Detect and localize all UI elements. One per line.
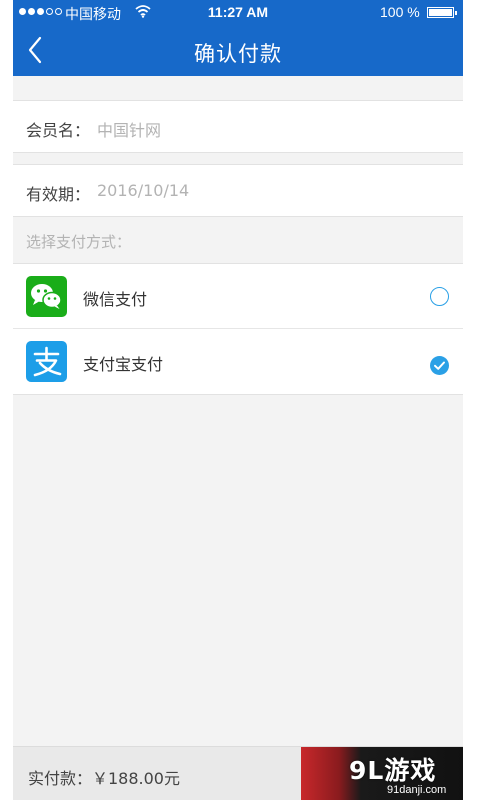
wechat-radio-button[interactable] <box>430 287 449 306</box>
member-name-value: 中国针网 <box>97 121 162 140</box>
payment-methods-list: 微信支付 支付宝支付 <box>13 263 463 395</box>
watermark-url: 91danji.com <box>387 784 447 796</box>
amount-paid: 实付款：￥188.00元 <box>28 769 180 788</box>
screen: 中国移动 11:27 AM 100 % 确认付款 会员名： 中国针网 有效期： … <box>13 0 463 800</box>
watermark-text: 9L游戏 <box>349 756 437 785</box>
battery-icon <box>427 7 457 18</box>
member-name-row: 会员名： 中国针网 <box>13 100 463 153</box>
validity-value: 2016/10/14 <box>97 181 190 200</box>
validity-label: 有效期： <box>26 185 91 204</box>
nav-bar: 确认付款 <box>13 24 463 76</box>
wechat-pay-label: 微信支付 <box>83 290 148 309</box>
member-name-label: 会员名： <box>26 121 91 140</box>
status-bar: 中国移动 11:27 AM 100 % <box>13 0 463 24</box>
watermark-logo: 9L游戏 91danji.com <box>349 751 446 796</box>
page-title: 确认付款 <box>194 42 282 66</box>
alipay-radio-button[interactable] <box>430 356 449 375</box>
wechat-icon <box>26 276 67 317</box>
alipay-label: 支付宝支付 <box>83 355 164 374</box>
payment-method-alipay[interactable]: 支付宝支付 <box>13 329 463 393</box>
battery-percent: 100 % <box>380 4 420 20</box>
payment-method-section-label: 选择支付方式： <box>26 233 132 251</box>
alipay-icon <box>26 341 67 382</box>
payment-method-wechat[interactable]: 微信支付 <box>13 264 463 329</box>
checkmark-icon <box>434 361 445 370</box>
validity-row: 有效期： 2016/10/14 <box>13 164 463 217</box>
